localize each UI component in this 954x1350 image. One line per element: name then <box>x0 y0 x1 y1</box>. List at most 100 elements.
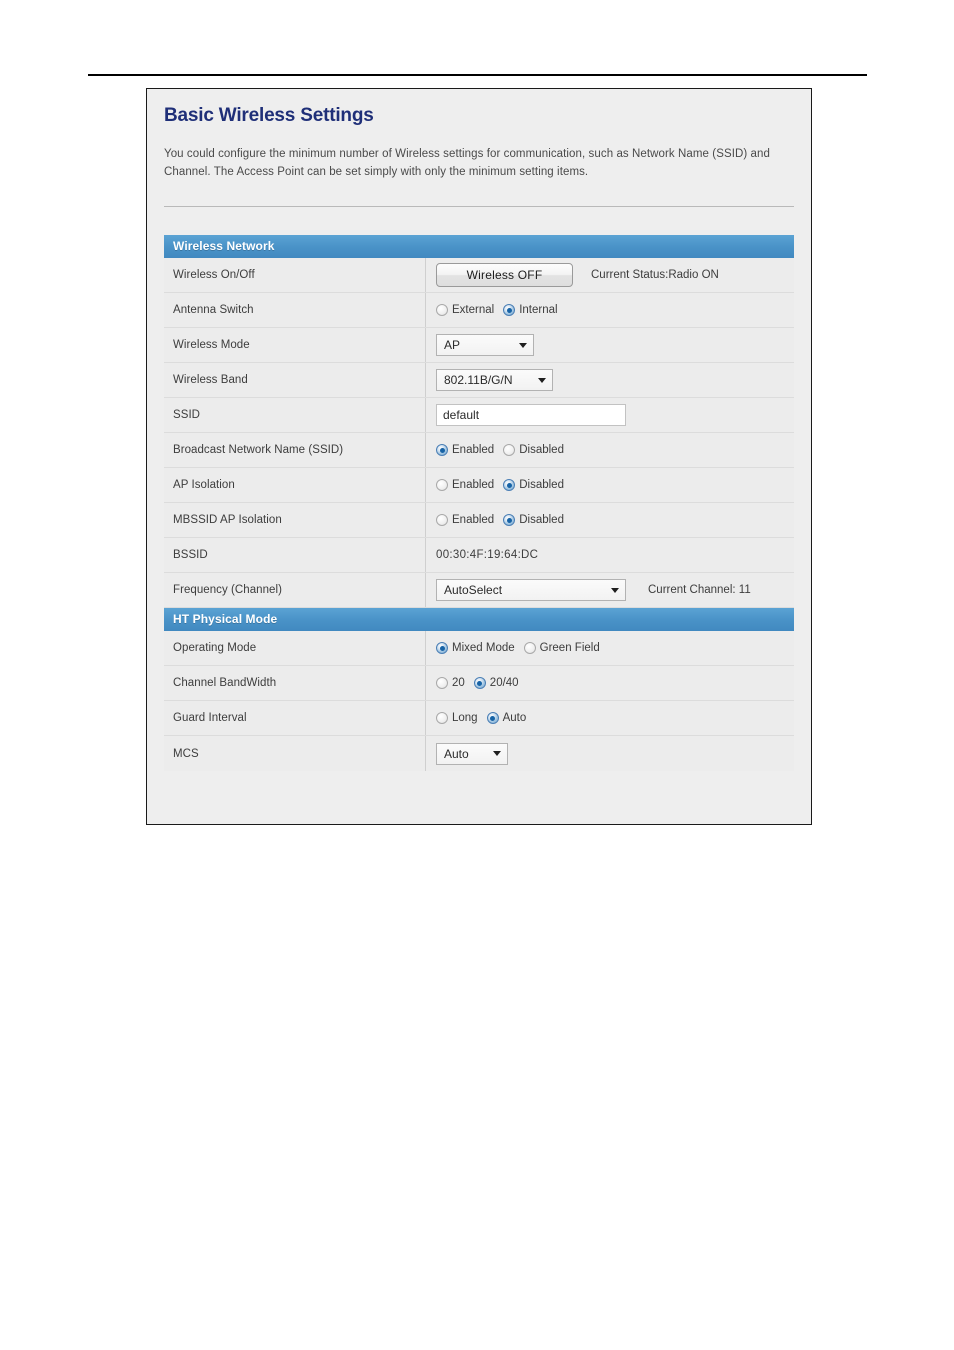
bssid-value: 00:30:4F:19:64:DC <box>436 549 539 562</box>
row-wireless-band: Wireless Band 802.11B/G/N <box>164 363 794 399</box>
frequency-channel-select[interactable]: AutoSelect <box>436 579 626 602</box>
label-frequency-channel: Frequency (Channel) <box>164 573 426 608</box>
row-frequency-channel: Frequency (Channel) AutoSelect Current C… <box>164 573 794 609</box>
antenna-switch-radio-group: External Internal <box>436 304 558 317</box>
channel-bandwidth-radio-group: 20 20/40 <box>436 677 519 690</box>
label-bssid: BSSID <box>164 538 426 573</box>
operating-mode-radio-group: Mixed Mode Green Field <box>436 642 600 655</box>
value-ssid <box>426 398 794 433</box>
radio-antenna-external[interactable]: External <box>436 304 495 317</box>
row-mbssid-ap-isolation: MBSSID AP Isolation Enabled Disabled <box>164 503 794 539</box>
chevron-down-icon <box>493 751 501 757</box>
label-guard-interval: Guard Interval <box>164 701 426 736</box>
mcs-select[interactable]: Auto <box>436 742 508 765</box>
radio-label: External <box>452 304 495 317</box>
radio-label: Internal <box>519 304 558 317</box>
radio-dot-icon <box>503 514 516 527</box>
broadcast-ssid-radio-group: Enabled Disabled <box>436 444 564 457</box>
radio-operating-mode-green-field[interactable]: Green Field <box>523 642 600 655</box>
label-mbssid-ap-isolation: MBSSID AP Isolation <box>164 503 426 538</box>
wireless-mode-select[interactable]: AP <box>436 334 534 357</box>
page-description: You could configure the minimum number o… <box>164 147 770 179</box>
section-header-wireless-network: Wireless Network <box>164 235 794 259</box>
select-value: AP <box>444 338 461 353</box>
value-wireless-mode: AP <box>426 328 794 363</box>
value-bssid: 00:30:4F:19:64:DC <box>426 538 794 573</box>
radio-label: 20/40 <box>489 677 519 690</box>
radio-guard-interval-auto[interactable]: Auto <box>486 712 527 725</box>
radio-channel-bandwidth-2040[interactable]: 20/40 <box>473 677 519 690</box>
label-mcs: MCS <box>164 736 426 772</box>
value-operating-mode: Mixed Mode Green Field <box>426 631 794 666</box>
value-antenna-switch: External Internal <box>426 293 794 328</box>
radio-mbssid-ap-isolation-enabled[interactable]: Enabled <box>436 514 495 527</box>
radio-channel-bandwidth-20[interactable]: 20 <box>436 677 465 690</box>
radio-broadcast-ssid-enabled[interactable]: Enabled <box>436 444 495 457</box>
radio-label: Disabled <box>519 479 564 492</box>
radio-label: Disabled <box>519 444 564 457</box>
radio-dot-icon <box>523 642 536 655</box>
radio-dot-icon <box>486 712 499 725</box>
radio-label: Enabled <box>452 479 495 492</box>
ap-isolation-radio-group: Enabled Disabled <box>436 479 564 492</box>
label-wireless-mode: Wireless Mode <box>164 328 426 363</box>
label-operating-mode: Operating Mode <box>164 631 426 666</box>
guard-interval-radio-group: Long Auto <box>436 712 527 725</box>
row-broadcast-ssid: Broadcast Network Name (SSID) Enabled Di… <box>164 433 794 469</box>
label-broadcast-ssid: Broadcast Network Name (SSID) <box>164 433 426 468</box>
row-channel-bandwidth: Channel BandWidth 20 20/40 <box>164 666 794 702</box>
value-mcs: Auto <box>426 736 794 772</box>
radio-antenna-internal[interactable]: Internal <box>503 304 558 317</box>
chevron-down-icon <box>611 587 619 593</box>
wireless-band-select[interactable]: 802.11B/G/N <box>436 369 553 392</box>
value-wireless-on-off: Wireless OFF Current Status:Radio ON <box>426 258 794 293</box>
description-divider <box>164 206 794 208</box>
radio-dot-icon <box>436 514 448 527</box>
radio-guard-interval-long[interactable]: Long <box>436 712 478 725</box>
value-wireless-band: 802.11B/G/N <box>426 363 794 398</box>
row-ssid: SSID <box>164 398 794 434</box>
settings-table: Wireless Network Wireless On/Off Wireles… <box>164 235 794 772</box>
radio-label: Long <box>452 712 478 725</box>
radio-dot-icon <box>436 677 448 690</box>
value-frequency-channel: AutoSelect Current Channel: 11 <box>426 573 794 608</box>
radio-broadcast-ssid-disabled[interactable]: Disabled <box>503 444 564 457</box>
radio-dot-icon <box>503 304 516 317</box>
radio-label: Enabled <box>452 444 495 457</box>
label-antenna-switch: Antenna Switch <box>164 293 426 328</box>
radio-label: Enabled <box>452 514 495 527</box>
radio-ap-isolation-enabled[interactable]: Enabled <box>436 479 495 492</box>
radio-dot-icon <box>436 712 448 725</box>
radio-mbssid-ap-isolation-disabled[interactable]: Disabled <box>503 514 564 527</box>
value-guard-interval: Long Auto <box>426 701 794 736</box>
label-wireless-on-off: Wireless On/Off <box>164 258 426 293</box>
select-value: AutoSelect <box>444 583 503 598</box>
row-mcs: MCS Auto <box>164 736 794 772</box>
radio-label: 20 <box>452 677 465 690</box>
select-value: 802.11B/G/N <box>444 373 513 388</box>
ssid-input[interactable] <box>436 404 626 427</box>
radio-dot-icon <box>436 479 448 492</box>
radio-label: Auto <box>502 712 527 725</box>
radio-label: Mixed Mode <box>452 642 515 655</box>
label-ap-isolation: AP Isolation <box>164 468 426 503</box>
label-ssid: SSID <box>164 398 426 433</box>
radio-dot-icon <box>503 444 516 457</box>
row-wireless-on-off: Wireless On/Off Wireless OFF Current Sta… <box>164 258 794 294</box>
chevron-down-icon <box>519 342 527 348</box>
label-channel-bandwidth: Channel BandWidth <box>164 666 426 701</box>
current-channel-text: Current Channel: 11 <box>648 584 751 597</box>
row-wireless-mode: Wireless Mode AP <box>164 328 794 364</box>
section-header-ht-physical-mode: HT Physical Mode <box>164 608 794 632</box>
router-admin-screenshot: Basic Wireless Settings You could config… <box>146 88 812 825</box>
row-bssid: BSSID 00:30:4F:19:64:DC <box>164 538 794 574</box>
label-wireless-band: Wireless Band <box>164 363 426 398</box>
row-operating-mode: Operating Mode Mixed Mode Green Field <box>164 631 794 667</box>
radio-dot-icon <box>436 444 448 457</box>
radio-operating-mode-mixed[interactable]: Mixed Mode <box>436 642 515 655</box>
row-ap-isolation: AP Isolation Enabled Disabled <box>164 468 794 504</box>
wireless-off-button[interactable]: Wireless OFF <box>436 263 573 288</box>
radio-ap-isolation-disabled[interactable]: Disabled <box>503 479 564 492</box>
radio-label: Disabled <box>519 514 564 527</box>
mbssid-ap-isolation-radio-group: Enabled Disabled <box>436 514 564 527</box>
